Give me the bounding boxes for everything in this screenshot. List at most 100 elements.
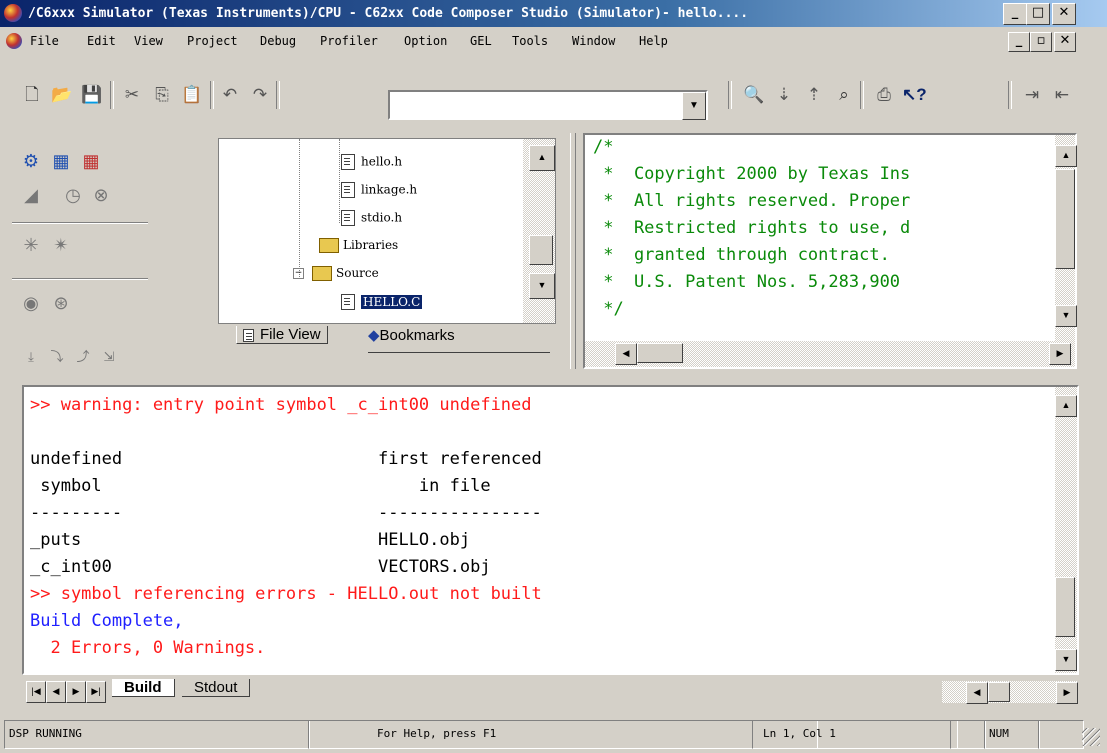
file-icon: [341, 210, 355, 226]
menu-help[interactable]: Help: [639, 34, 668, 48]
prev-tab-icon[interactable]: ◀: [46, 681, 66, 703]
scroll-thumb[interactable]: [988, 682, 1010, 702]
close-button[interactable]: ✕: [1052, 3, 1076, 25]
menu-project[interactable]: Project: [187, 34, 238, 48]
gear-icon[interactable]: ⚙: [18, 148, 44, 174]
editor-vscrollbar[interactable]: ▲ ▼: [1055, 135, 1077, 341]
save-icon[interactable]: 💾: [80, 83, 104, 107]
find-next-icon[interactable]: ⇣: [772, 83, 796, 107]
editor-hscrollbar[interactable]: ◀ ▶: [585, 341, 1075, 367]
tree-item-hello-c[interactable]: HELLO.C: [341, 293, 424, 310]
scroll-left-icon[interactable]: ◀: [966, 682, 988, 704]
tree-scrollbar[interactable]: ▲ ▼: [523, 139, 555, 323]
maximize-button[interactable]: □: [1026, 3, 1050, 25]
output-line: _puts HELLO.obj: [30, 530, 471, 550]
breakpoint-icon[interactable]: ✳: [18, 232, 44, 258]
probe-icon[interactable]: ◉: [18, 290, 44, 316]
next-tab-icon[interactable]: ▶: [66, 681, 86, 703]
stop-icon[interactable]: ⊗: [88, 182, 114, 208]
step-into-icon[interactable]: ⤓: [18, 344, 44, 370]
cut-icon[interactable]: ✂: [120, 83, 144, 107]
mdi-minimize-button[interactable]: _: [1008, 32, 1030, 52]
redo-icon[interactable]: ↷: [248, 83, 272, 107]
resize-grip[interactable]: [1082, 728, 1100, 746]
menu-tools[interactable]: Tools: [512, 34, 548, 48]
step-out-icon[interactable]: ⤴: [70, 344, 96, 370]
app-icon[interactable]: [4, 4, 22, 22]
tree-item-hello-h[interactable]: hello.h: [341, 154, 402, 170]
probe-clear-icon[interactable]: ⊛: [48, 290, 74, 316]
print-icon[interactable]: ⎙: [872, 83, 896, 107]
output-line: >> warning: entry point symbol _c_int00 …: [30, 395, 532, 415]
binoculars-icon[interactable]: ⌕: [832, 83, 856, 107]
toolbar-separator: [276, 81, 280, 109]
code-editor[interactable]: /* * Copyright 2000 by Texas Ins * All r…: [583, 133, 1077, 369]
scroll-right-icon[interactable]: ▶: [1056, 682, 1078, 704]
cpu-status: DSP RUNNING: [4, 720, 310, 749]
toolbar-separator: [1008, 81, 1012, 109]
open-folder-icon[interactable]: 📂: [50, 83, 74, 107]
menu-window[interactable]: Window: [572, 34, 615, 48]
indent-icon[interactable]: ⇥: [1020, 83, 1044, 107]
last-tab-icon[interactable]: ▶|: [86, 681, 106, 703]
collapse-icon[interactable]: −: [293, 268, 304, 279]
scroll-up-icon[interactable]: ▲: [1055, 395, 1077, 417]
menu-view[interactable]: View: [134, 34, 163, 48]
pane-splitter[interactable]: [570, 133, 576, 369]
menu-debug[interactable]: Debug: [260, 34, 296, 48]
menu-gel[interactable]: GEL: [470, 34, 492, 48]
title-bar[interactable]: /C6xxx Simulator (Texas Instruments)/CPU…: [0, 0, 1107, 27]
document-icon[interactable]: [6, 33, 22, 49]
chevron-down-icon[interactable]: ▼: [682, 92, 706, 120]
scroll-right-icon[interactable]: ▶: [1049, 343, 1071, 365]
breakpoint-clear-icon[interactable]: ✴: [48, 232, 74, 258]
mdi-close-button[interactable]: ✕: [1054, 32, 1076, 52]
tree-item-stdio-h[interactable]: stdio.h: [341, 210, 402, 226]
build-output[interactable]: >> warning: entry point symbol _c_int00 …: [22, 385, 1079, 675]
menu-file[interactable]: File: [30, 34, 59, 48]
find-icon[interactable]: 🔍: [742, 83, 766, 107]
tab-bookmarks[interactable]: ◆Bookmarks: [368, 326, 455, 344]
scroll-thumb[interactable]: [637, 343, 683, 363]
scroll-down-icon[interactable]: ▼: [1055, 305, 1077, 327]
tab-build[interactable]: Build: [112, 679, 175, 697]
menu-profiler[interactable]: Profiler: [320, 34, 378, 48]
scroll-left-icon[interactable]: ◀: [615, 343, 637, 365]
menu-edit[interactable]: Edit: [87, 34, 116, 48]
new-file-icon[interactable]: 🗋: [20, 83, 44, 107]
scroll-up-icon[interactable]: ▲: [1055, 145, 1077, 167]
find-prev-icon[interactable]: ⇡: [802, 83, 826, 107]
tab-file-view[interactable]: File View: [236, 326, 328, 344]
scroll-down-icon[interactable]: ▼: [1055, 649, 1077, 671]
tree-item-libraries[interactable]: Libraries: [319, 238, 398, 253]
scroll-thumb[interactable]: [1055, 577, 1075, 637]
status-blank: [1038, 720, 1084, 749]
mdi-restore-button[interactable]: ▫: [1030, 32, 1052, 52]
toolbar-separator: [110, 81, 114, 109]
clock-icon[interactable]: ◷: [60, 182, 86, 208]
scroll-up-icon[interactable]: ▲: [529, 145, 555, 171]
first-tab-icon[interactable]: |◀: [26, 681, 46, 703]
menu-option[interactable]: Option: [404, 34, 447, 48]
scroll-thumb[interactable]: [1055, 169, 1075, 269]
step-over-icon[interactable]: ⤵: [44, 344, 70, 370]
calendar-red-icon[interactable]: ▦: [78, 148, 104, 174]
undo-icon[interactable]: ↶: [218, 83, 242, 107]
tree-item-linkage-h[interactable]: linkage.h: [341, 182, 417, 198]
scroll-down-icon[interactable]: ▼: [529, 273, 555, 299]
output-hscrollbar[interactable]: ◀ ▶: [942, 681, 1078, 704]
scroll-thumb[interactable]: [529, 235, 553, 265]
run-to-cursor-icon[interactable]: ⇲: [96, 344, 122, 370]
paste-icon[interactable]: 📋: [180, 83, 204, 107]
copy-icon[interactable]: ⎘: [150, 83, 174, 107]
minimize-button[interactable]: _: [1003, 3, 1027, 25]
calendar-icon[interactable]: ▦: [48, 148, 74, 174]
folder-icon: [312, 266, 332, 281]
search-combo[interactable]: ▼: [388, 90, 708, 120]
tab-stdout[interactable]: Stdout: [182, 679, 251, 697]
step-icon[interactable]: ◢: [18, 182, 44, 208]
tree-item-source[interactable]: − Source: [293, 266, 379, 281]
outdent-icon[interactable]: ⇤: [1050, 83, 1074, 107]
output-vscrollbar[interactable]: ▲ ▼: [1055, 387, 1077, 673]
help-pointer-icon[interactable]: ↖?: [902, 83, 927, 107]
